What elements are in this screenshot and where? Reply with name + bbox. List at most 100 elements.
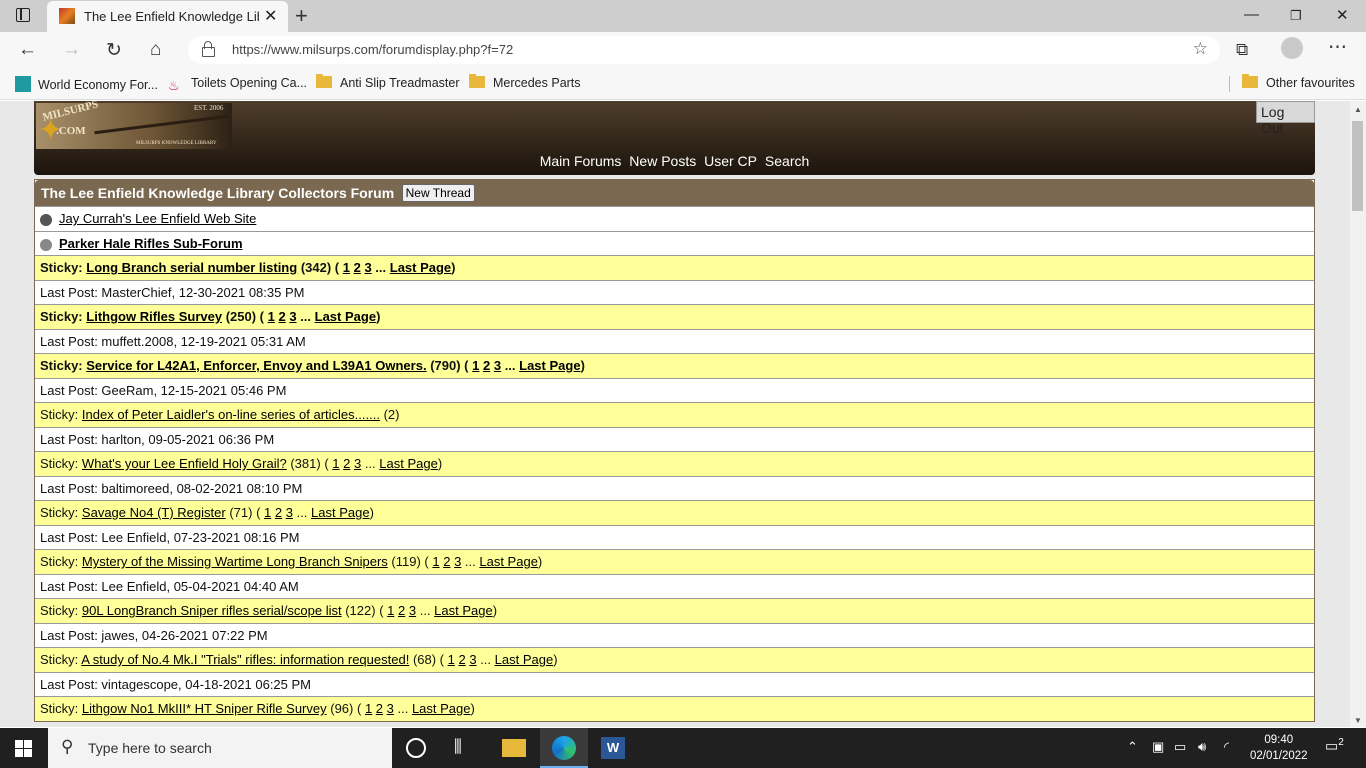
page-link[interactable]: 1 <box>343 260 350 275</box>
page-link[interactable]: 2 <box>275 505 282 520</box>
new-thread-button[interactable]: New Thread <box>401 184 475 202</box>
forum-title-bar: The Lee Enfield Knowledge Library Collec… <box>35 180 1314 206</box>
page-link[interactable]: 1 <box>448 652 455 667</box>
volume-icon[interactable]: 🔊︎ <box>1198 739 1206 755</box>
last-page-link[interactable]: Last Page <box>495 652 554 667</box>
bookmark-item[interactable]: ♨ Toilets Opening Ca... <box>168 76 307 94</box>
new-tab-icon[interactable]: + <box>295 3 308 29</box>
nav-search[interactable]: Search <box>765 153 809 169</box>
network-drive-icon[interactable]: ▣ <box>1152 739 1164 755</box>
nav-user-cp[interactable]: User CP <box>704 153 757 169</box>
thread-title-link[interactable]: 90L LongBranch Sniper rifles serial/scop… <box>82 603 342 618</box>
scroll-up-icon[interactable]: ▲ <box>1354 105 1362 114</box>
bookmark-item[interactable]: World Economy For... <box>15 76 158 92</box>
page-link[interactable]: 1 <box>432 554 439 569</box>
thread-title-link[interactable]: Lithgow No1 MkIII* HT Sniper Rifle Surve… <box>82 701 327 716</box>
clock[interactable]: 09:40 02/01/2022 <box>1250 732 1308 764</box>
window-close-icon[interactable]: ✕ <box>1336 6 1349 24</box>
last-page-link[interactable]: Last Page <box>519 358 580 373</box>
page-link[interactable]: 3 <box>454 554 461 569</box>
restore-icon[interactable]: ❐ <box>1290 8 1302 24</box>
tab-actions-icon[interactable] <box>16 8 30 22</box>
page-link[interactable]: 2 <box>354 260 361 275</box>
wifi-icon[interactable]: ◜ <box>1224 739 1229 755</box>
scroll-thumb[interactable] <box>1352 121 1363 211</box>
last-page-link[interactable]: Last Page <box>434 603 493 618</box>
page-link[interactable]: 3 <box>354 456 361 471</box>
minimize-icon[interactable]: — <box>1244 6 1259 23</box>
notifications-icon[interactable]: ▭2 <box>1325 737 1344 755</box>
battery-icon[interactable]: ▭ <box>1174 739 1186 755</box>
thread-title-link[interactable]: Long Branch serial number listing <box>86 260 297 275</box>
page-link[interactable]: 1 <box>365 701 372 716</box>
thread-title-link[interactable]: Index of Peter Laidler's on-line series … <box>82 407 380 422</box>
last-page-link[interactable]: Last Page <box>390 260 451 275</box>
page-link[interactable]: 3 <box>409 603 416 618</box>
refresh-icon[interactable]: ↻ <box>106 39 122 62</box>
page-link[interactable]: 2 <box>458 652 465 667</box>
file-explorer-icon[interactable] <box>502 739 526 757</box>
taskbar-search[interactable]: ⚲ Type here to search <box>48 728 392 768</box>
page-link[interactable]: 3 <box>494 358 501 373</box>
logout-button[interactable]: Log Out <box>1256 101 1315 136</box>
nav-new-posts[interactable]: New Posts <box>629 153 696 169</box>
last-page-link[interactable]: Last Page <box>479 554 538 569</box>
page-link[interactable]: 3 <box>364 260 371 275</box>
page-link[interactable]: 2 <box>376 701 383 716</box>
show-hidden-icons[interactable]: ⌃ <box>1127 739 1138 755</box>
page-link[interactable]: 2 <box>398 603 405 618</box>
page-link[interactable]: 2 <box>278 309 285 324</box>
word-icon[interactable]: W <box>601 737 625 759</box>
page-link[interactable]: 3 <box>286 505 293 520</box>
subforum-link[interactable]: Parker Hale Rifles Sub-Forum <box>59 236 243 251</box>
lock-icon[interactable] <box>202 41 215 57</box>
page-link[interactable]: 2 <box>443 554 450 569</box>
tab-close-icon[interactable]: ✕ <box>264 6 277 26</box>
edge-taskbar-button[interactable] <box>540 728 588 768</box>
thread-title-link[interactable]: Service for L42A1, Enforcer, Envoy and L… <box>86 358 426 373</box>
thread-title-link[interactable]: Lithgow Rifles Survey <box>86 309 222 324</box>
sticky-label: Sticky: <box>40 554 79 569</box>
nav-main-forums[interactable]: Main Forums <box>540 153 622 169</box>
subforum-link[interactable]: Jay Currah's Lee Enfield Web Site <box>59 211 256 226</box>
page-content: ✦ MILSURPS .COM EST. 2006 MILSURPS KNOWL… <box>0 101 1350 727</box>
windows-start-icon[interactable] <box>15 740 32 757</box>
bookmark-folder[interactable]: Mercedes Parts <box>469 74 581 90</box>
back-icon[interactable]: ← <box>18 39 37 61</box>
forward-icon[interactable]: → <box>62 39 81 61</box>
thread-title-link[interactable]: Mystery of the Missing Wartime Long Bran… <box>82 554 388 569</box>
page-link[interactable]: 1 <box>268 309 275 324</box>
page-link[interactable]: 2 <box>483 358 490 373</box>
page-link[interactable]: 3 <box>469 652 476 667</box>
home-icon[interactable]: ⌂ <box>150 39 161 61</box>
more-menu-icon[interactable]: ⋯ <box>1328 36 1347 59</box>
page-link[interactable]: 2 <box>343 456 350 471</box>
thread-title-link[interactable]: What's your Lee Enfield Holy Grail? <box>82 456 287 471</box>
other-favourites-folder[interactable]: Other favourites <box>1242 74 1355 90</box>
last-page-link[interactable]: Last Page <box>412 701 471 716</box>
thread-title-link[interactable]: A study of No.4 Mk.I "Trials" rifles: in… <box>81 652 409 667</box>
scroll-down-icon[interactable]: ▼ <box>1354 716 1362 725</box>
task-view-icon[interactable]: ⫼ <box>454 737 462 761</box>
last-page-link[interactable]: Last Page <box>315 309 376 324</box>
page-link[interactable]: 3 <box>289 309 296 324</box>
bookmark-folder[interactable]: Anti Slip Treadmaster <box>316 74 460 90</box>
last-page-link[interactable]: Last Page <box>311 505 370 520</box>
page-scrollbar[interactable]: ▲ ▼ <box>1350 101 1366 727</box>
collections-icon[interactable]: ⧉ <box>1236 40 1248 60</box>
page-link[interactable]: 1 <box>387 603 394 618</box>
favourite-star-icon[interactable]: ☆ <box>1193 39 1208 59</box>
profile-avatar[interactable] <box>1281 37 1303 59</box>
last-page-link[interactable]: Last Page <box>379 456 438 471</box>
last-post-row: Last Post: baltimoreed, 08-02-2021 08:10… <box>35 475 1314 500</box>
cortana-icon[interactable] <box>406 738 426 758</box>
address-bar[interactable]: https://www.milsurps.com/forumdisplay.ph… <box>188 36 1220 64</box>
browser-tab-active[interactable]: The Lee Enfield Knowledge Library Collec… <box>47 1 288 32</box>
rifle-graphic <box>94 114 229 135</box>
site-logo[interactable]: ✦ MILSURPS .COM EST. 2006 MILSURPS KNOWL… <box>36 101 232 149</box>
thread-title-link[interactable]: Savage No4 (T) Register <box>82 505 226 520</box>
page-link[interactable]: 1 <box>264 505 271 520</box>
page-link[interactable]: 1 <box>332 456 339 471</box>
page-link[interactable]: 1 <box>472 358 479 373</box>
page-link[interactable]: 3 <box>387 701 394 716</box>
